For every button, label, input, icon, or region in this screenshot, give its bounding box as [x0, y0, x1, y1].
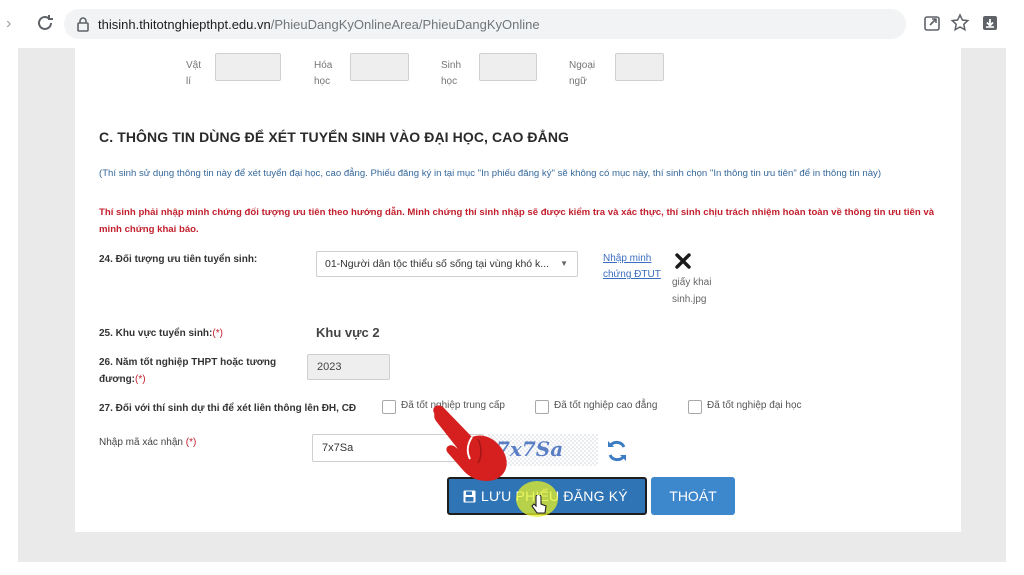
score-input-biology[interactable] — [479, 53, 537, 81]
hand-cursor-icon — [531, 495, 547, 514]
section-c-info-note: (Thí sinh sử dụng thông tin này để xét t… — [99, 168, 882, 179]
section-c-title: C. THÔNG TIN DÙNG ĐỂ XÉT TUYỂN SINH VÀO … — [99, 129, 570, 145]
checkbox-college-label: Đã tốt nghiệp cao đẳng — [554, 400, 658, 411]
screenshot-frame: › thisinh.thitotnghiepthpt.edu.vn/PhieuD… — [0, 0, 1024, 575]
url-text: thisinh.thitotnghiepthpt.edu.vn/PhieuDan… — [98, 17, 540, 32]
checkbox-intermediate[interactable] — [382, 400, 396, 414]
captcha-label: Nhập mã xác nhận (*) — [99, 437, 197, 448]
subject-label-chemistry: Hóa học — [314, 60, 333, 87]
graduation-year-field[interactable]: 2023 — [307, 354, 390, 380]
reload-icon[interactable] — [34, 12, 56, 34]
priority-group-select[interactable]: 01-Người dân tộc thiểu số sống tại vùng … — [316, 251, 578, 277]
lock-icon — [77, 17, 89, 32]
checkbox-university[interactable] — [688, 400, 702, 414]
score-input-chemistry[interactable] — [350, 53, 409, 81]
field24-label: 24. Đối tượng ưu tiên tuyển sinh: — [99, 254, 258, 265]
url-path: /PhieuDangKyOnlineArea/PhieuDangKyOnline — [270, 17, 540, 32]
score-input-physics[interactable] — [215, 53, 281, 81]
evidence-file-name: giấy khai sinh.jpg — [672, 277, 712, 305]
refresh-captcha-icon[interactable] — [604, 438, 630, 464]
priority-group-value: 01-Người dân tộc thiểu số sống tại vùng … — [325, 258, 550, 270]
required-mark: (*) — [185, 437, 197, 448]
subject-label-physics: Vật lí — [186, 60, 202, 87]
subject-label-language: Ngoại ngữ — [569, 60, 596, 87]
required-mark: (*) — [212, 328, 223, 339]
checkbox-university-label: Đã tốt nghiệp đại học — [707, 400, 802, 411]
forward-icon[interactable]: › — [6, 14, 22, 34]
subject-label-biology: Sinh học — [441, 60, 462, 87]
captcha-input-value: 7x7Sa — [322, 442, 354, 454]
exit-button[interactable]: THOÁT — [651, 477, 735, 515]
required-mark: (*) — [135, 374, 146, 385]
download-icon[interactable] — [980, 13, 1000, 33]
address-bar[interactable]: thisinh.thitotnghiepthpt.edu.vn/PhieuDan… — [64, 9, 906, 39]
remove-file-icon[interactable] — [672, 250, 694, 272]
star-icon[interactable] — [950, 13, 970, 33]
region-value: Khu vực 2 — [316, 325, 380, 340]
score-input-language[interactable] — [615, 53, 664, 81]
graduation-year-value: 2023 — [317, 361, 342, 373]
checkbox-college[interactable] — [535, 400, 549, 414]
share-icon[interactable] — [922, 13, 942, 33]
browser-toolbar: › thisinh.thitotnghiepthpt.edu.vn/PhieuD… — [0, 0, 1024, 48]
field25-label: 25. Khu vực tuyển sinh:(*) — [99, 328, 223, 339]
url-host: thisinh.thitotnghiepthpt.edu.vn — [98, 17, 271, 32]
chevron-down-icon: ▼ — [560, 259, 568, 268]
field26-label: 26. Năm tốt nghiệp THPT hoặc tương đương… — [99, 357, 277, 385]
evidence-link[interactable]: Nhập minh chứng ĐTUT — [603, 251, 669, 283]
section-c-warning-note: Thí sinh phải nhập minh chứng đối tượng … — [99, 207, 935, 235]
field27-label: 27. Đối với thí sinh dự thi để xét liên … — [99, 403, 357, 414]
pointing-hand-icon — [433, 405, 507, 481]
save-icon — [463, 490, 476, 503]
